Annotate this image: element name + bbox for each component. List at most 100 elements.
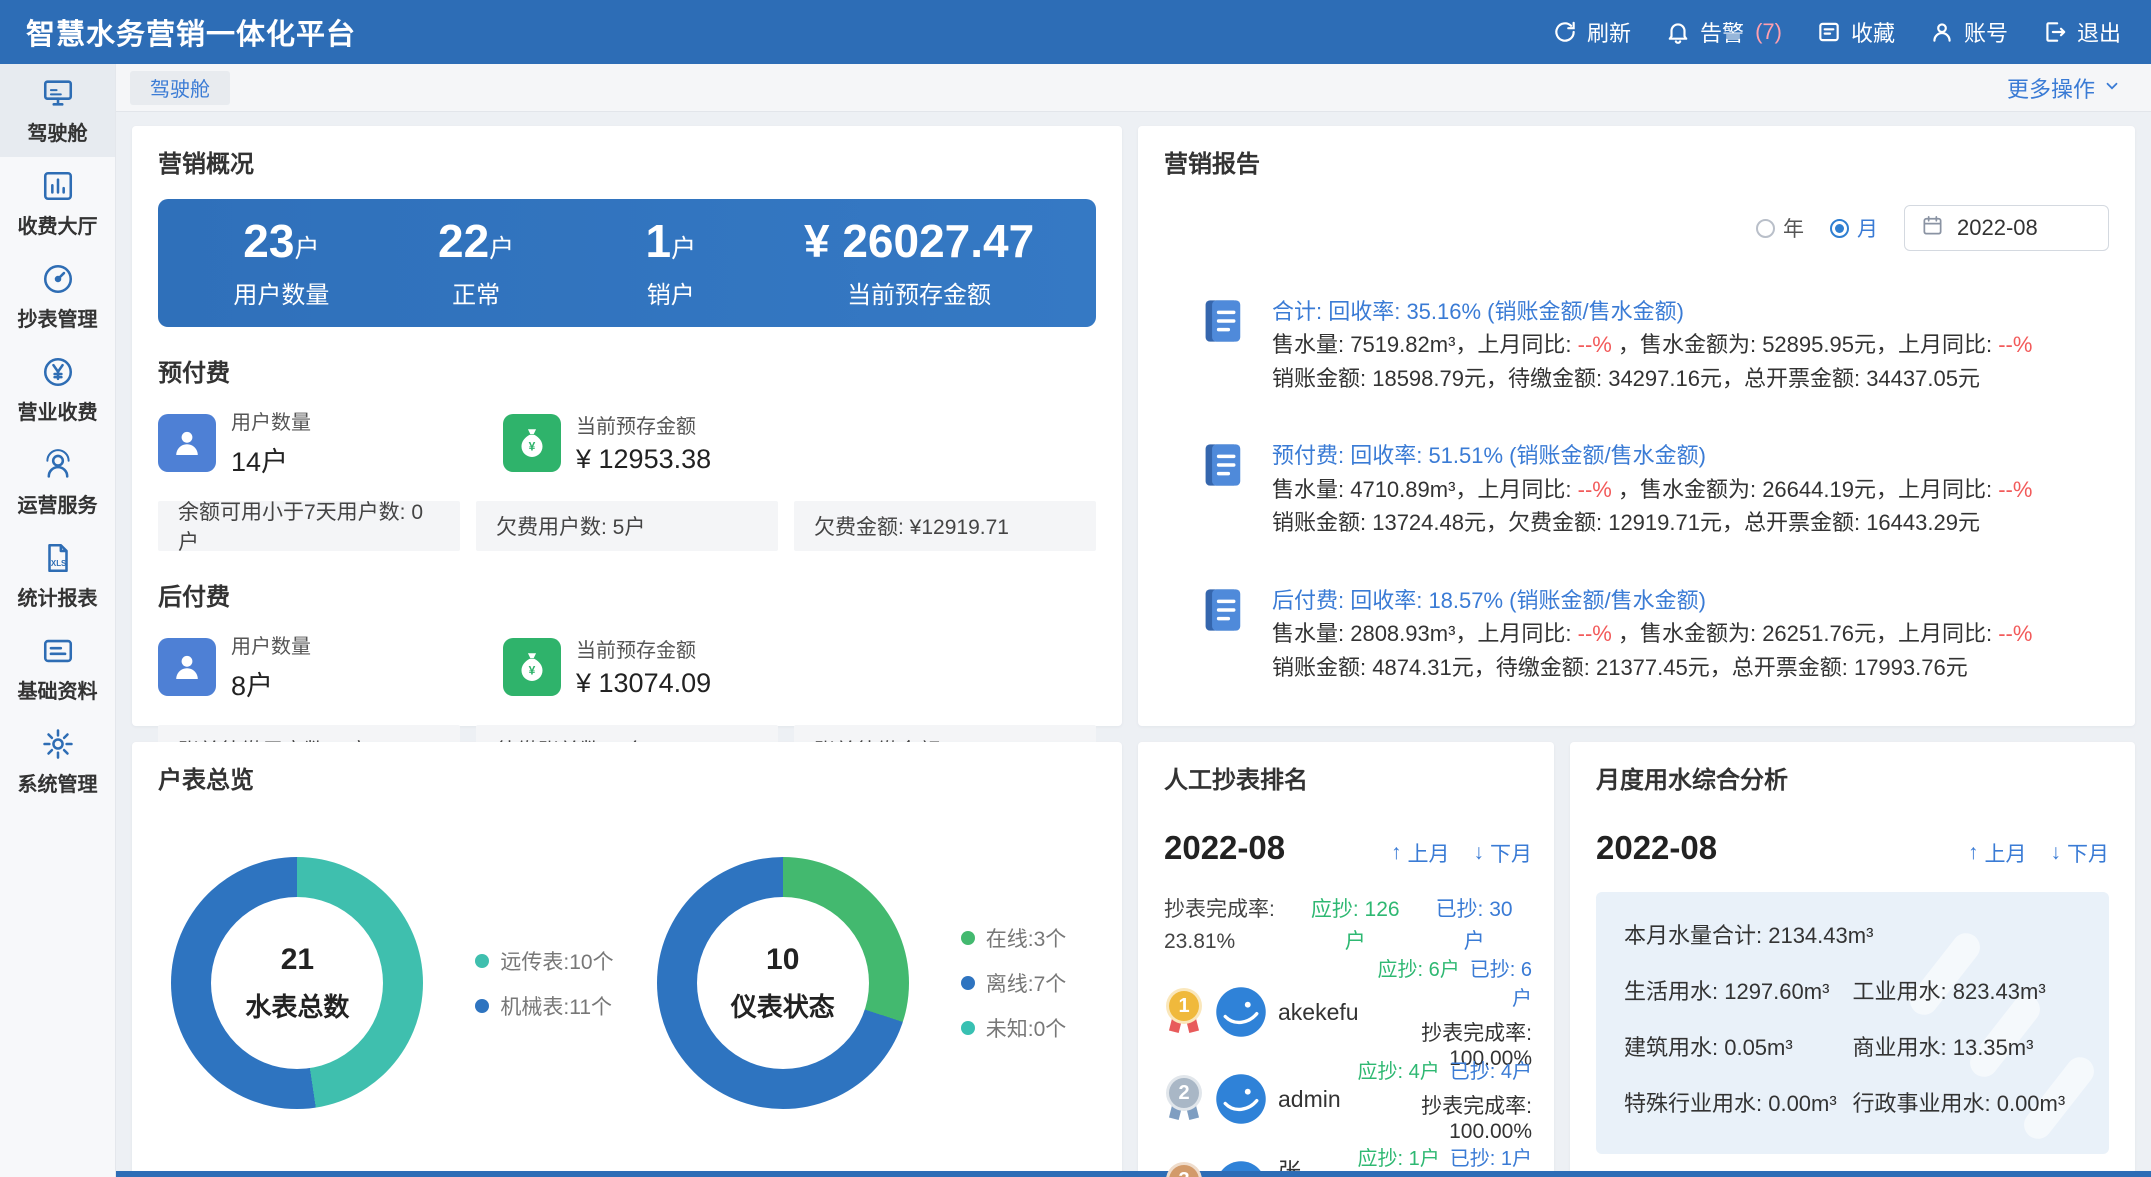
report-line2: 售水量: 4710.89m³，上月同比: --% ，售水金额为: 26644.1… bbox=[1272, 473, 2032, 506]
report-delta: --% bbox=[1578, 477, 1612, 502]
tab-cockpit[interactable]: 驾驶舱 bbox=[130, 71, 230, 105]
tab-strip: 驾驶舱 更多操作 bbox=[116, 64, 2151, 112]
prepaid-amount-stat: ¥ 当前预存金额 ¥ 12953.38 bbox=[503, 410, 848, 475]
stat-unit: 户 bbox=[294, 235, 319, 263]
top-actions: 刷新 告警 (7) 收藏 账号 退出 bbox=[1552, 16, 2121, 48]
usage-stat: 建筑用水: 0.05m³ bbox=[1624, 1030, 1853, 1062]
report-line2: 售水量: 7519.82m³，上月同比: --% ，售水金额为: 52895.9… bbox=[1272, 328, 2032, 361]
alarm-label: 告警 bbox=[1700, 16, 1744, 48]
sidebar-item-business-fees[interactable]: 营业收费 bbox=[0, 343, 115, 436]
meter-status-donut-chart: 10 仪表状态 bbox=[657, 857, 909, 1109]
arrow-down-icon: ↓ bbox=[2051, 841, 2062, 865]
meter-status-legend: 在线:3个 离线:7个 未知:0个 bbox=[961, 923, 1067, 1043]
month-picker[interactable]: 2022-08 bbox=[1904, 205, 2109, 251]
report-doc-icon bbox=[1198, 295, 1250, 347]
chevron-down-icon bbox=[2103, 75, 2121, 101]
panel-title: 营销报告 bbox=[1164, 144, 2109, 179]
user-icon bbox=[158, 638, 216, 696]
service-person-icon bbox=[41, 448, 75, 482]
more-operations-label: 更多操作 bbox=[2007, 72, 2095, 104]
month-picker-value: 2022-08 bbox=[1957, 215, 2038, 241]
prev-month-button[interactable]: ↑上月 bbox=[1968, 838, 2027, 868]
ranking-row: 1 akekefu 应抄: 6户已抄: 6户 抄表完成率: 100.00% bbox=[1164, 980, 1532, 1044]
next-month-label: 下月 bbox=[2067, 838, 2109, 868]
due-count: 应抄: 6户 bbox=[1378, 959, 1460, 981]
water-meter-legend: 远传表:10个 机械表:11个 bbox=[475, 946, 613, 1021]
sidebar-item-cockpit[interactable]: 驾驶舱 bbox=[0, 64, 115, 157]
prev-month-button[interactable]: ↑上月 bbox=[1391, 838, 1450, 868]
money-bag-icon: ¥ bbox=[503, 638, 561, 696]
donut-label: 仪表状态 bbox=[731, 987, 835, 1024]
favorites-button[interactable]: 收藏 bbox=[1816, 16, 1895, 48]
sidebar-item-meter-reading[interactable]: 抄表管理 bbox=[0, 250, 115, 343]
info-bar: 余额可用小于7天用户数: 0户 bbox=[158, 501, 460, 551]
usage-stat: 特殊行业用水: 0.00m³ bbox=[1624, 1086, 1853, 1118]
more-operations-dropdown[interactable]: 更多操作 bbox=[2007, 72, 2121, 104]
sidebar-item-reports[interactable]: XLS 统计报表 bbox=[0, 529, 115, 622]
radio-icon bbox=[1830, 219, 1849, 238]
horizontal-scrollbar[interactable] bbox=[116, 1171, 2151, 1177]
gold-medal-icon: 1 bbox=[1164, 986, 1204, 1038]
stat-prepaid-amount: ¥ 26027.47 当前预存金额 bbox=[768, 216, 1070, 311]
legend-text: 机械表:11个 bbox=[500, 991, 612, 1021]
sidebar-item-charging-hall[interactable]: 收费大厅 bbox=[0, 157, 115, 250]
bar-chart-icon bbox=[41, 169, 75, 203]
stat-value: 1 bbox=[645, 215, 671, 267]
year-radio-label: 年 bbox=[1783, 213, 1804, 243]
svg-text:XLS: XLS bbox=[50, 558, 65, 567]
rank-number: 1 bbox=[1166, 988, 1202, 1024]
due-count: 应抄: 1户 bbox=[1358, 1148, 1440, 1170]
sidebar-item-base-data[interactable]: 基础资料 bbox=[0, 622, 115, 715]
sidebar: 驾驶舱 收费大厅 抄表管理 营业收费 运营服务 XLS 统计报表 基础资料 系统 bbox=[0, 64, 116, 1177]
data-card-icon bbox=[41, 634, 75, 668]
account-label: 账号 bbox=[1964, 16, 2008, 48]
report-filters: 年 月 2022-08 bbox=[1164, 205, 2109, 251]
usage-stat: 生活用水: 1297.60m³ bbox=[1624, 974, 1853, 1006]
silver-medal-icon: 2 bbox=[1164, 1073, 1204, 1125]
arrow-up-icon: ↑ bbox=[1391, 841, 1402, 865]
stat-value: ¥ 13074.09 bbox=[576, 668, 711, 699]
month-radio[interactable]: 月 bbox=[1830, 213, 1878, 243]
legend-dot bbox=[961, 931, 975, 945]
sidebar-item-system-mgmt[interactable]: 系统管理 bbox=[0, 715, 115, 808]
legend-text: 远传表:10个 bbox=[500, 946, 613, 976]
legend-text: 未知:0个 bbox=[986, 1013, 1067, 1043]
favorites-label: 收藏 bbox=[1851, 16, 1895, 48]
report-doc-icon bbox=[1198, 584, 1250, 636]
due-count: 应抄: 4户 bbox=[1358, 1061, 1440, 1083]
next-month-button[interactable]: ↓下月 bbox=[2051, 838, 2110, 868]
panel-title: 月度用水综合分析 bbox=[1596, 760, 2109, 795]
account-button[interactable]: 账号 bbox=[1929, 16, 2008, 48]
bronze-medal-icon: 3 bbox=[1164, 1160, 1204, 1177]
stat-value: 8户 bbox=[231, 664, 311, 703]
next-month-button[interactable]: ↓下月 bbox=[1474, 838, 1533, 868]
stat-label: 当前预存金额 bbox=[768, 275, 1070, 310]
report-headline: 合计: 回收率: 35.16% (销账金额/售水金额) bbox=[1272, 295, 2032, 328]
report-text: 售水量: 4710.89m³，上月同比: bbox=[1272, 477, 1578, 502]
refresh-button[interactable]: 刷新 bbox=[1552, 16, 1631, 48]
logout-icon bbox=[2042, 19, 2068, 45]
legend-item: 远传表:10个 bbox=[475, 946, 613, 976]
user-name: admin bbox=[1278, 1086, 1341, 1113]
done-total-value: 已抄: 30 bbox=[1436, 894, 1513, 926]
sidebar-item-operation-service[interactable]: 运营服务 bbox=[0, 436, 115, 529]
water-meter-chart-group: 21 水表总数 远传表:10个 机械表:11个 bbox=[158, 857, 627, 1109]
legend-dot bbox=[475, 999, 489, 1013]
report-headline: 后付费: 回收率: 18.57% (销账金额/售水金额) bbox=[1272, 584, 2032, 617]
year-radio[interactable]: 年 bbox=[1756, 213, 1804, 243]
alarm-button[interactable]: 告警 (7) bbox=[1665, 16, 1782, 48]
logout-button[interactable]: 退出 bbox=[2042, 16, 2121, 48]
analysis-month: 2022-08 bbox=[1596, 829, 1717, 867]
stat-label: 正常 bbox=[379, 275, 574, 310]
done-total: 已抄: 30 户 bbox=[1436, 894, 1513, 957]
prepaid-user-stat: 用户数量 14户 bbox=[158, 406, 503, 479]
postpaid-heading: 后付费 bbox=[158, 577, 1096, 612]
radio-icon bbox=[1756, 219, 1775, 238]
legend-item: 在线:3个 bbox=[961, 923, 1067, 953]
next-month-label: 下月 bbox=[1490, 838, 1532, 868]
favorites-icon bbox=[1816, 19, 1842, 45]
stat-label: 用户数量 bbox=[231, 406, 311, 435]
legend-dot bbox=[475, 954, 489, 968]
gear-icon bbox=[41, 727, 75, 761]
report-delta: --% bbox=[1998, 621, 2032, 646]
